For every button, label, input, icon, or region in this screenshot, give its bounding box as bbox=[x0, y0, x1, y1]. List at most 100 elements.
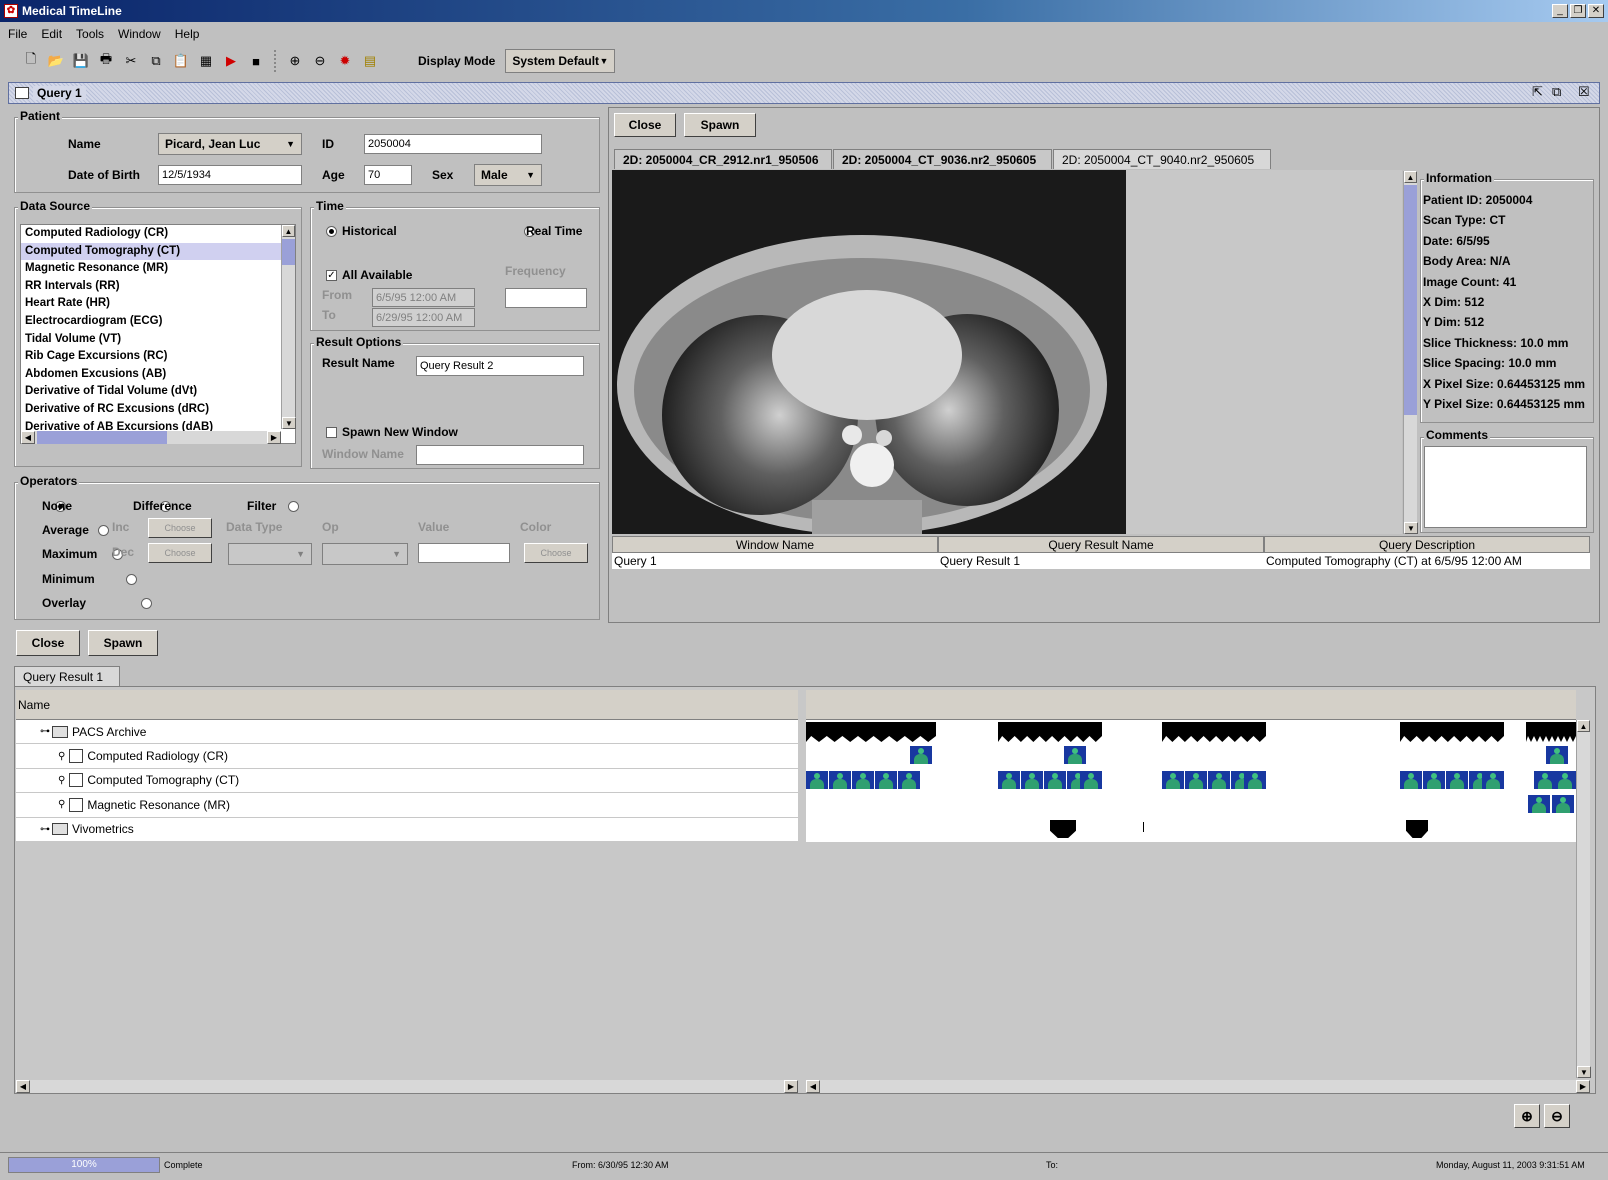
scroll-up-icon[interactable]: ▲ bbox=[1577, 720, 1590, 732]
age-field[interactable]: 70 bbox=[364, 165, 412, 185]
dob-field[interactable]: 12/5/1934 bbox=[158, 165, 302, 185]
timeline-hscroll[interactable]: ◀ ▶ bbox=[806, 1080, 1590, 1093]
expand-icon[interactable]: ⊶ bbox=[40, 824, 50, 835]
window-name-header[interactable]: Window Name bbox=[612, 536, 938, 553]
all-available-checkbox[interactable]: ✓ bbox=[326, 270, 337, 281]
list-item[interactable]: Heart Rate (HR) bbox=[21, 295, 295, 313]
ct-thumbnail[interactable] bbox=[1423, 771, 1445, 789]
ct-thumbnail[interactable] bbox=[1554, 771, 1576, 789]
zoom-in-icon[interactable]: ⊕ bbox=[1514, 1104, 1540, 1128]
op-select[interactable]: ▼ bbox=[322, 543, 408, 565]
to-field[interactable]: 6/29/95 12:00 AM bbox=[372, 308, 475, 327]
zoom-in-icon[interactable]: ⊕ bbox=[284, 51, 306, 71]
cr-thumbnail[interactable] bbox=[1546, 746, 1568, 764]
dec-choose-button[interactable]: Choose bbox=[148, 543, 212, 563]
window-name-field[interactable] bbox=[416, 445, 584, 465]
expand-icon[interactable]: ⊶ bbox=[40, 726, 50, 737]
scroll-thumb[interactable] bbox=[37, 431, 167, 444]
open-folder-icon[interactable]: 📂 bbox=[45, 51, 67, 71]
list-item[interactable]: Computed Tomography (CT) bbox=[21, 242, 295, 261]
list-item[interactable]: Derivative of Tidal Volume (dVt) bbox=[21, 383, 295, 401]
ct-thumbnail[interactable] bbox=[1044, 771, 1066, 789]
menu-edit[interactable]: Edit bbox=[41, 27, 62, 41]
ct-thumbnail[interactable] bbox=[1482, 771, 1504, 789]
scroll-down-icon[interactable]: ▼ bbox=[282, 417, 296, 429]
ct-thumbnail[interactable] bbox=[1162, 771, 1184, 789]
pacs-archive-bar[interactable] bbox=[1400, 722, 1504, 742]
timeline-vscroll[interactable]: ▲ ▼ bbox=[1576, 720, 1591, 1078]
copy-icon[interactable]: ⧉ bbox=[145, 51, 167, 71]
tree-row-ct[interactable]: ⚲ Computed Tomography (CT) bbox=[16, 768, 798, 794]
ct-thumbnail[interactable] bbox=[1185, 771, 1207, 789]
value-field[interactable] bbox=[418, 543, 510, 563]
cut-icon[interactable]: ✂ bbox=[120, 51, 142, 71]
tree-row-vivometrics[interactable]: ⊶ Vivometrics bbox=[16, 817, 798, 842]
calendar-icon[interactable]: ▦ bbox=[195, 51, 217, 71]
tree-name-header[interactable]: Name bbox=[16, 690, 798, 720]
scroll-right-icon[interactable]: ▶ bbox=[267, 431, 281, 444]
ct-thumbnail[interactable] bbox=[998, 771, 1020, 789]
result-name-field[interactable]: Query Result 2 bbox=[416, 356, 584, 376]
data-source-hscroll[interactable]: ◀ ▶ bbox=[21, 431, 281, 444]
tab-ct-9036[interactable]: 2D: 2050004_CT_9036.nr2_950605 bbox=[833, 149, 1052, 169]
spawn-new-window-checkbox[interactable] bbox=[326, 427, 337, 438]
float-icon[interactable]: ⧉ bbox=[1552, 84, 1561, 100]
scroll-thumb[interactable] bbox=[1404, 185, 1417, 415]
historical-radio[interactable] bbox=[326, 226, 337, 237]
ct-thumbnail[interactable] bbox=[1080, 771, 1102, 789]
pin-icon[interactable]: ⚲ bbox=[58, 751, 65, 762]
tab-ct-9040[interactable]: 2D: 2050004_CT_9040.nr2_950605 bbox=[1053, 149, 1271, 169]
list-item[interactable]: Magnetic Resonance (MR) bbox=[21, 260, 295, 278]
tab-cr-2912[interactable]: 2D: 2050004_CR_2912.nr1_950506 bbox=[614, 149, 832, 169]
data-source-list[interactable]: Computed Radiology (CR) Computed Tomogra… bbox=[20, 224, 296, 444]
cr-thumbnail[interactable] bbox=[910, 746, 932, 764]
ct-thumbnail[interactable] bbox=[1446, 771, 1468, 789]
save-icon[interactable]: 💾 bbox=[70, 51, 92, 71]
ct-thumbnail[interactable] bbox=[806, 771, 828, 789]
print-icon[interactable]: 🖶 bbox=[95, 51, 117, 71]
mr-thumbnail[interactable] bbox=[1528, 795, 1550, 813]
play-icon[interactable]: ▶ bbox=[220, 51, 242, 71]
chart-icon[interactable]: ▤ bbox=[359, 51, 381, 71]
vivometrics-marker[interactable] bbox=[1406, 820, 1428, 838]
scroll-left-icon[interactable]: ◀ bbox=[21, 431, 35, 444]
sex-select[interactable]: Male ▼ bbox=[474, 164, 542, 186]
menu-tools[interactable]: Tools bbox=[76, 27, 104, 41]
stop-icon[interactable]: ■ bbox=[245, 51, 267, 71]
data-type-select[interactable]: ▼ bbox=[228, 543, 312, 565]
pacs-archive-bar[interactable] bbox=[806, 722, 936, 742]
ct-thumbnail[interactable] bbox=[829, 771, 851, 789]
list-item[interactable]: Computed Radiology (CR) bbox=[21, 225, 295, 243]
mr-thumbnail[interactable] bbox=[1552, 795, 1574, 813]
list-item[interactable]: Tidal Volume (VT) bbox=[21, 331, 295, 349]
list-item[interactable]: Rib Cage Excursions (RC) bbox=[21, 348, 295, 366]
color-choose-button[interactable]: Choose bbox=[524, 543, 588, 563]
from-field[interactable]: 6/5/95 12:00 AM bbox=[372, 288, 475, 307]
menu-help[interactable]: Help bbox=[175, 27, 200, 41]
display-mode-select[interactable]: System Default ▼ bbox=[505, 49, 616, 73]
menu-window[interactable]: Window bbox=[118, 27, 161, 41]
tree-row-pacs[interactable]: ⊶ PACS Archive bbox=[16, 720, 798, 745]
ct-thumbnail[interactable] bbox=[852, 771, 874, 789]
image-vscroll[interactable]: ▲ ▼ bbox=[1403, 171, 1418, 534]
list-item[interactable]: Derivative of RC Excusions (dRC) bbox=[21, 401, 295, 419]
vivometrics-marker[interactable] bbox=[1050, 820, 1076, 838]
query-description-header[interactable]: Query Description bbox=[1264, 536, 1590, 553]
undock-icon[interactable]: ⇱ bbox=[1532, 84, 1543, 100]
scroll-thumb[interactable] bbox=[282, 239, 295, 265]
table-cell[interactable]: Computed Tomography (CT) at 6/5/95 12:00… bbox=[1264, 553, 1590, 569]
id-field[interactable]: 2050004 bbox=[364, 134, 542, 154]
menu-file[interactable]: File bbox=[8, 27, 27, 41]
ct-thumbnail[interactable] bbox=[1534, 771, 1556, 789]
restore-button[interactable]: ❐ bbox=[1570, 4, 1586, 18]
data-source-vscroll[interactable]: ▲ ▼ bbox=[281, 225, 296, 429]
ct-thumbnail[interactable] bbox=[1244, 771, 1266, 789]
scroll-left-icon[interactable]: ◀ bbox=[16, 1080, 30, 1093]
timeline-area[interactable] bbox=[806, 720, 1576, 842]
average-radio[interactable] bbox=[97, 525, 109, 536]
list-item[interactable]: RR Intervals (RR) bbox=[21, 278, 295, 296]
bottom-close-button[interactable]: Close bbox=[16, 630, 80, 656]
tree-hscroll[interactable]: ◀ ▶ bbox=[16, 1080, 798, 1093]
scroll-up-icon[interactable]: ▲ bbox=[1404, 171, 1417, 183]
ct-thumbnail[interactable] bbox=[1021, 771, 1043, 789]
